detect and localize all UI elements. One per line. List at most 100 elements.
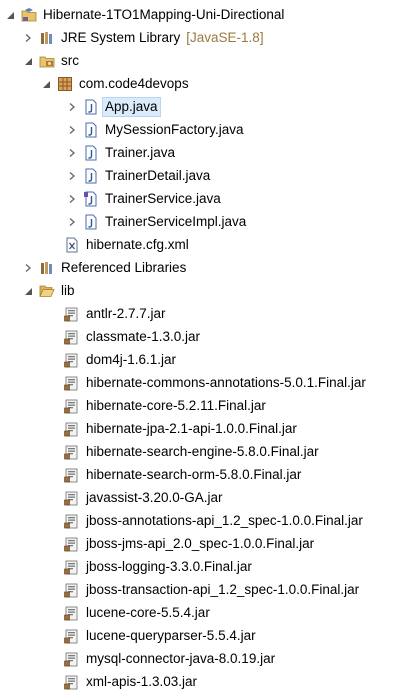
- java-project-icon: [21, 7, 37, 23]
- jar-file-icon: [64, 306, 80, 322]
- java-file-icon: [83, 168, 99, 184]
- jar-file-icon: [64, 421, 80, 437]
- jar-file-icon: [64, 444, 80, 460]
- java-file-label: TrainerServiceImpl.java: [105, 213, 247, 229]
- jar-file-icon: [64, 513, 80, 529]
- jar-file-label: antlr-2.7.7.jar: [86, 305, 166, 321]
- source-folder-icon: [39, 53, 55, 69]
- tree-item-jar[interactable]: javassist-3.20.0-GA.jar: [0, 486, 413, 509]
- java-file-label: TrainerService.java: [105, 190, 221, 206]
- tree-item-java-file[interactable]: TrainerService.java: [0, 187, 413, 210]
- tree-item-java-file[interactable]: MySessionFactory.java: [0, 118, 413, 141]
- jar-file-icon: [64, 559, 80, 575]
- tree-item-referenced-libraries[interactable]: Referenced Libraries: [0, 256, 413, 279]
- chevron-down-icon[interactable]: [22, 55, 34, 67]
- package-icon: [57, 76, 73, 92]
- java-file-icon: [83, 122, 99, 138]
- tree-item-jar[interactable]: jboss-jms-api_2.0_spec-1.0.0.Final.jar: [0, 532, 413, 555]
- jar-file-icon: [64, 536, 80, 552]
- jar-file-label: javassist-3.20.0-GA.jar: [86, 489, 223, 505]
- xml-file-icon: [64, 237, 80, 253]
- tree-item-jar[interactable]: hibernate-commons-annotations-5.0.1.Fina…: [0, 371, 413, 394]
- tree-item-jar[interactable]: hibernate-jpa-2.1-api-1.0.0.Final.jar: [0, 417, 413, 440]
- jar-file-label: mysql-connector-java-8.0.19.jar: [86, 650, 276, 666]
- jar-file-icon: [64, 375, 80, 391]
- folder-open-icon: [39, 283, 55, 299]
- jar-file-icon: [64, 651, 80, 667]
- jre-library-label: JRE System Library: [61, 29, 181, 45]
- chevron-down-icon[interactable]: [22, 285, 34, 297]
- tree-item-jar[interactable]: lucene-core-5.5.4.jar: [0, 601, 413, 624]
- jar-file-icon: [64, 398, 80, 414]
- jar-list: antlr-2.7.7.jar classmate-1.3.0.jar dom4…: [0, 302, 413, 693]
- jar-file-label: jboss-logging-3.3.0.Final.jar: [86, 558, 252, 574]
- tree-item-java-file[interactable]: TrainerDetail.java: [0, 164, 413, 187]
- java-file-icon: [83, 214, 99, 230]
- jar-file-label: hibernate-core-5.2.11.Final.jar: [86, 397, 266, 413]
- java-file-label: Trainer.java: [105, 144, 176, 160]
- jar-file-icon: [64, 605, 80, 621]
- tree-item-jar[interactable]: hibernate-search-orm-5.8.0.Final.jar: [0, 463, 413, 486]
- jar-file-label: xml-apis-1.3.03.jar: [86, 673, 198, 689]
- chevron-right-icon[interactable]: [66, 216, 78, 228]
- jar-file-label: hibernate-search-orm-5.8.0.Final.jar: [86, 466, 302, 482]
- java-file-label: App.java: [102, 96, 161, 117]
- jar-file-label: jboss-transaction-api_1.2_spec-1.0.0.Fin…: [86, 581, 360, 597]
- chevron-right-icon[interactable]: [22, 32, 34, 44]
- referenced-libraries-label: Referenced Libraries: [61, 259, 187, 275]
- lib-folder-label: lib: [61, 282, 75, 298]
- jar-file-label: hibernate-commons-annotations-5.0.1.Fina…: [86, 374, 366, 390]
- chevron-right-icon[interactable]: [66, 124, 78, 136]
- jar-file-label: jboss-jms-api_2.0_spec-1.0.0.Final.jar: [86, 535, 315, 551]
- tree-item-lib-folder[interactable]: lib: [0, 279, 413, 302]
- tree-item-jar[interactable]: dom4j-1.6.1.jar: [0, 348, 413, 371]
- tree-item-java-file[interactable]: Trainer.java: [0, 141, 413, 164]
- tree-item-jar[interactable]: xml-apis-1.3.03.jar: [0, 670, 413, 693]
- tree-item-jar[interactable]: jboss-annotations-api_1.2_spec-1.0.0.Fin…: [0, 509, 413, 532]
- tree-item-jar[interactable]: hibernate-search-engine-5.8.0.Final.jar: [0, 440, 413, 463]
- chevron-right-icon[interactable]: [66, 101, 78, 113]
- tree-item-jre-system-library[interactable]: JRE System Library [JavaSE-1.8]: [0, 26, 413, 49]
- jar-file-icon: [64, 352, 80, 368]
- jre-version-decoration: [JavaSE-1.8]: [186, 30, 264, 45]
- tree-item-jar[interactable]: antlr-2.7.7.jar: [0, 302, 413, 325]
- jar-file-icon: [64, 490, 80, 506]
- tree-item-src[interactable]: src: [0, 49, 413, 72]
- tree-item-jar[interactable]: mysql-connector-java-8.0.19.jar: [0, 647, 413, 670]
- tree-item-jar[interactable]: lucene-queryparser-5.5.4.jar: [0, 624, 413, 647]
- tree-item-package[interactable]: com.code4devops: [0, 72, 413, 95]
- jar-file-icon: [64, 582, 80, 598]
- java-interface-file-icon: [83, 191, 99, 207]
- package-explorer-tree: Hibernate-1TO1Mapping-Uni-Directional JR…: [0, 3, 413, 693]
- package-label: com.code4devops: [79, 75, 189, 91]
- tree-item-jar[interactable]: jboss-transaction-api_1.2_spec-1.0.0.Fin…: [0, 578, 413, 601]
- jar-file-icon: [64, 329, 80, 345]
- tree-item-java-file[interactable]: App.java: [0, 95, 413, 118]
- java-file-label: MySessionFactory.java: [105, 121, 244, 137]
- chevron-down-icon[interactable]: [40, 78, 52, 90]
- tree-item-project[interactable]: Hibernate-1TO1Mapping-Uni-Directional: [0, 3, 413, 26]
- java-file-icon: [83, 145, 99, 161]
- tree-item-config-file[interactable]: hibernate.cfg.xml: [0, 233, 413, 256]
- jar-file-icon: [64, 628, 80, 644]
- java-file-icon: [83, 99, 99, 115]
- jar-file-label: jboss-annotations-api_1.2_spec-1.0.0.Fin…: [86, 512, 363, 528]
- config-file-label: hibernate.cfg.xml: [86, 236, 189, 252]
- tree-item-jar[interactable]: hibernate-core-5.2.11.Final.jar: [0, 394, 413, 417]
- tree-item-java-file[interactable]: TrainerServiceImpl.java: [0, 210, 413, 233]
- project-name-label: Hibernate-1TO1Mapping-Uni-Directional: [43, 6, 285, 22]
- jar-file-icon: [64, 674, 80, 690]
- chevron-down-icon[interactable]: [4, 9, 16, 21]
- jar-file-label: lucene-queryparser-5.5.4.jar: [86, 627, 256, 643]
- chevron-right-icon[interactable]: [66, 147, 78, 159]
- chevron-right-icon[interactable]: [22, 262, 34, 274]
- chevron-right-icon[interactable]: [66, 170, 78, 182]
- jar-file-icon: [64, 467, 80, 483]
- chevron-right-icon[interactable]: [66, 193, 78, 205]
- tree-item-jar[interactable]: classmate-1.3.0.jar: [0, 325, 413, 348]
- tree-item-jar[interactable]: jboss-logging-3.3.0.Final.jar: [0, 555, 413, 578]
- jar-file-label: lucene-core-5.5.4.jar: [86, 604, 210, 620]
- library-icon: [39, 30, 55, 46]
- jar-file-label: hibernate-search-engine-5.8.0.Final.jar: [86, 443, 319, 459]
- library-icon: [39, 260, 55, 276]
